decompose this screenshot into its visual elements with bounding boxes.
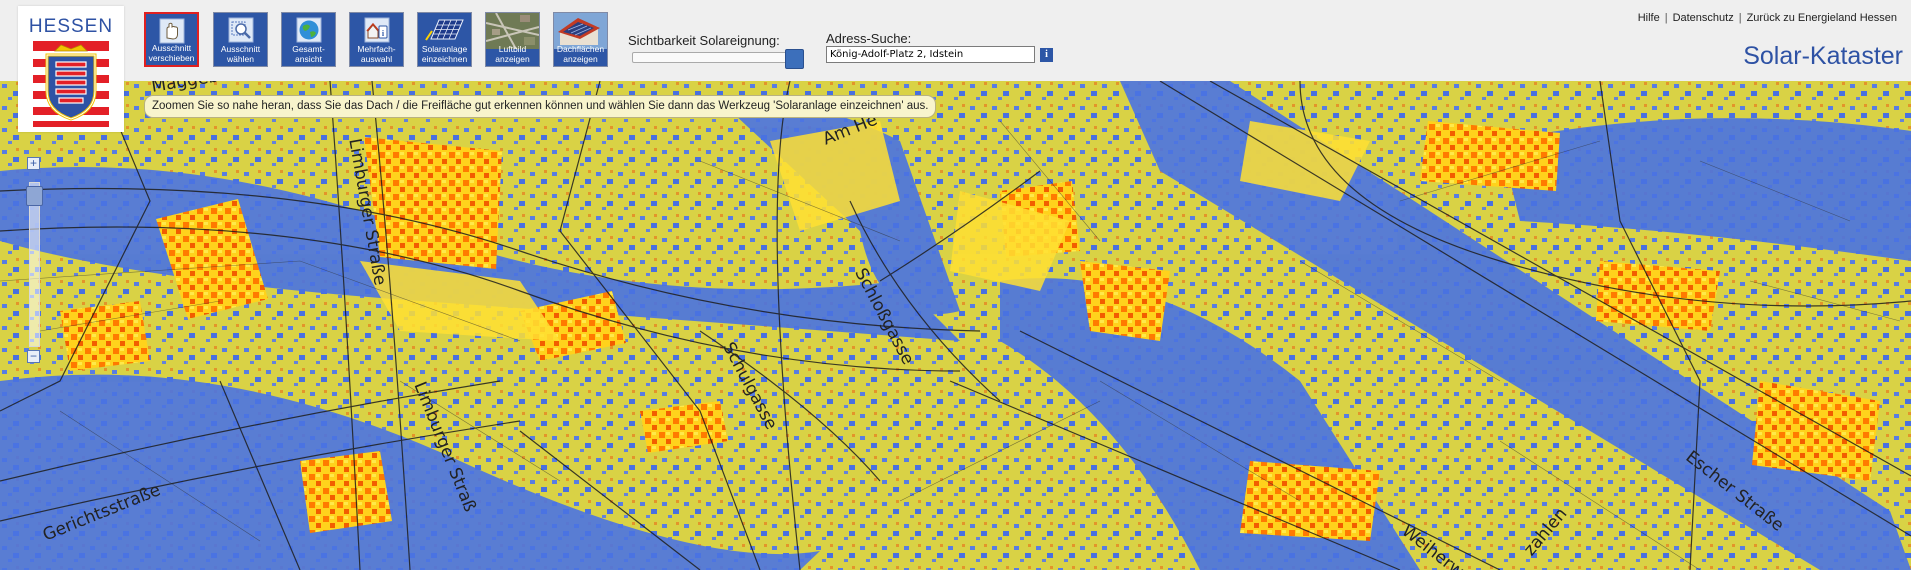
magnifier-icon xyxy=(228,17,253,42)
visibility-label: Sichtbarkeit Solareignung: xyxy=(628,33,780,48)
tool-label-multi-select: Mehrfach-auswahl xyxy=(357,44,396,64)
help-link[interactable]: Hilfe xyxy=(1638,12,1660,24)
hand-icon xyxy=(159,18,184,43)
tool-label-roof: Dachflächen anzeigen xyxy=(556,44,605,64)
visibility-slider-handle[interactable] xyxy=(785,49,804,69)
solar-panel-icon xyxy=(424,19,464,41)
info-icon[interactable]: i xyxy=(1040,48,1053,62)
zoom-slider-track[interactable] xyxy=(29,182,40,347)
solar-map[interactable]: Maggebu Limburger Straße Am He Schloßgas… xyxy=(0,81,1911,570)
tool-label-zoom-box: Ausschnitt wählen xyxy=(220,44,261,64)
multi-select-icon: i xyxy=(364,17,389,42)
full-extent-button[interactable]: Gesamt-ansicht xyxy=(281,12,336,67)
multi-select-button[interactable]: i Mehrfach-auswahl xyxy=(349,12,404,67)
back-to-energieland-link[interactable]: Zurück zu Energieland Hessen xyxy=(1747,12,1897,24)
hessen-logo[interactable]: HESSEN xyxy=(18,6,124,132)
tool-label-full-extent: Gesamt-ansicht xyxy=(292,44,325,64)
solar-suitability-layer xyxy=(0,81,1911,570)
separator: | xyxy=(1664,12,1668,24)
zoom-slider-thumb[interactable] xyxy=(26,186,43,206)
logo-text: HESSEN xyxy=(28,16,114,37)
aerial-photo-button[interactable]: Luftbild anzeigen xyxy=(485,12,540,67)
zoom-box-tool-button[interactable]: Ausschnitt wählen xyxy=(213,12,268,67)
roof-areas-button[interactable]: Dachflächen anzeigen xyxy=(553,12,608,67)
header-bar: HESSEN Ausschnitt verschieben Ausschnitt… xyxy=(0,0,1911,132)
tool-label-draw-solar: Solaranlage einzeichnen xyxy=(421,44,468,64)
draw-solar-button[interactable]: Solaranlage einzeichnen xyxy=(417,12,472,67)
hessen-coat-of-arms-icon xyxy=(33,41,109,127)
tool-label-pan: Ausschnitt verschieben xyxy=(148,43,195,63)
pan-tool-button[interactable]: Ausschnitt verschieben xyxy=(144,12,199,67)
zoom-in-button[interactable]: + xyxy=(27,157,40,170)
hint-tooltip: Zoomen Sie so nahe heran, dass Sie das D… xyxy=(144,95,937,118)
visibility-slider-track[interactable] xyxy=(632,52,804,63)
privacy-link[interactable]: Datenschutz xyxy=(1673,12,1734,24)
page-title: Solar-Kataster xyxy=(1743,42,1903,70)
globe-icon xyxy=(296,17,321,42)
zoom-out-button[interactable]: − xyxy=(27,350,40,363)
tool-label-aerial: Luftbild anzeigen xyxy=(495,44,530,64)
top-links: Hilfe | Datenschutz | Zurück zu Energieland … xyxy=(1638,12,1897,24)
address-search-label: Adress-Suche: xyxy=(826,31,912,46)
address-search-input[interactable] xyxy=(826,46,1035,63)
separator: | xyxy=(1738,12,1742,24)
